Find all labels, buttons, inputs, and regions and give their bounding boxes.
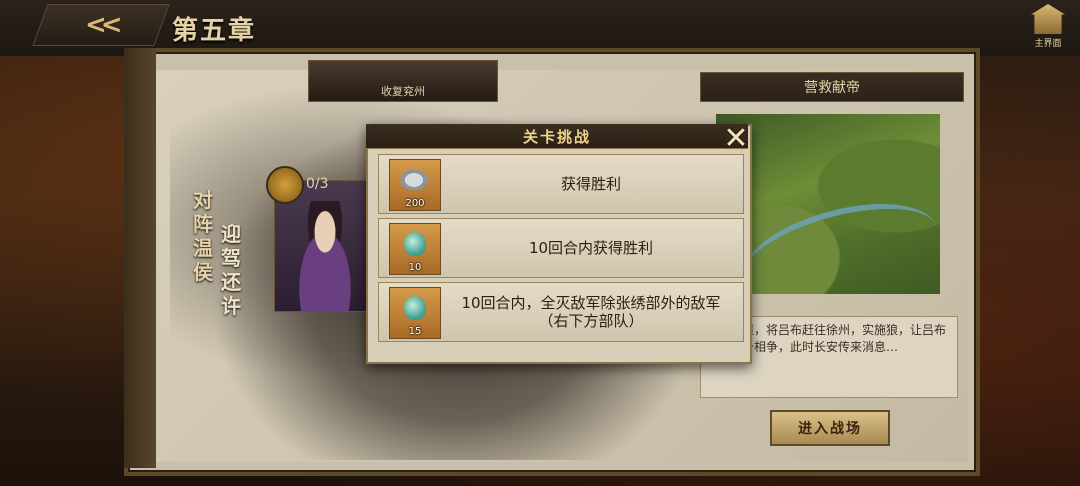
home-button[interactable]: 主界面 xyxy=(1028,4,1068,50)
task-row: 200 获得胜利 xyxy=(378,154,744,214)
stage-title: 对阵温侯 xyxy=(193,188,213,284)
chapter-title: 第五章 xyxy=(172,16,257,46)
task-label: 10回合内，全灭敌军除张绣部外的敌军（右下方部队） xyxy=(461,294,721,330)
task-label: 获得胜利 xyxy=(560,175,621,193)
modal-header: 关卡挑战 xyxy=(366,124,748,149)
hero-portrait xyxy=(285,201,365,311)
reward-quantity: 10 xyxy=(408,262,422,273)
previous-stage-card[interactable]: 收复兖州 xyxy=(308,60,498,102)
reward-quantity: 200 xyxy=(405,198,425,209)
jade-graphic xyxy=(404,232,426,256)
task-label: 10回合内获得胜利 xyxy=(528,239,654,257)
enter-battle-button[interactable]: 进入战场 xyxy=(770,410,890,446)
jade-pouch-icon: 10 xyxy=(389,223,441,275)
stage-subtitle: 迎驾还许 xyxy=(221,222,241,318)
back-arrow-icon: << xyxy=(85,10,117,40)
task-row: 15 10回合内，全灭敌军除张绣部外的敌军（右下方部队） xyxy=(378,282,744,342)
coin-graphic xyxy=(398,168,430,192)
right-panel-header: 营救献帝 xyxy=(700,72,964,102)
back-button[interactable]: << xyxy=(32,4,170,46)
task-row: 10 10回合内获得胜利 xyxy=(378,218,744,278)
home-icon xyxy=(1031,4,1065,34)
home-label: 主界面 xyxy=(1034,39,1062,49)
stage-description: 谋计策，将吕布赶往徐州，实施狼，让吕布与刘备相争，此时长安传来消息… xyxy=(718,323,947,354)
jade-graphic xyxy=(404,296,426,320)
stage-progress: 0/3 xyxy=(306,176,329,192)
frame-left-border xyxy=(124,48,156,468)
previous-stage-label: 收复兖州 xyxy=(381,85,425,98)
helmet-badge-icon xyxy=(266,166,304,204)
modal-title: 关卡挑战 xyxy=(522,127,591,146)
right-panel-title: 营救献帝 xyxy=(804,80,860,96)
reward-quantity: 15 xyxy=(408,326,422,337)
jade-pouch-icon: 15 xyxy=(389,287,441,339)
silver-coins-icon: 200 xyxy=(389,159,441,211)
close-icon[interactable]: ✕ xyxy=(720,121,752,156)
